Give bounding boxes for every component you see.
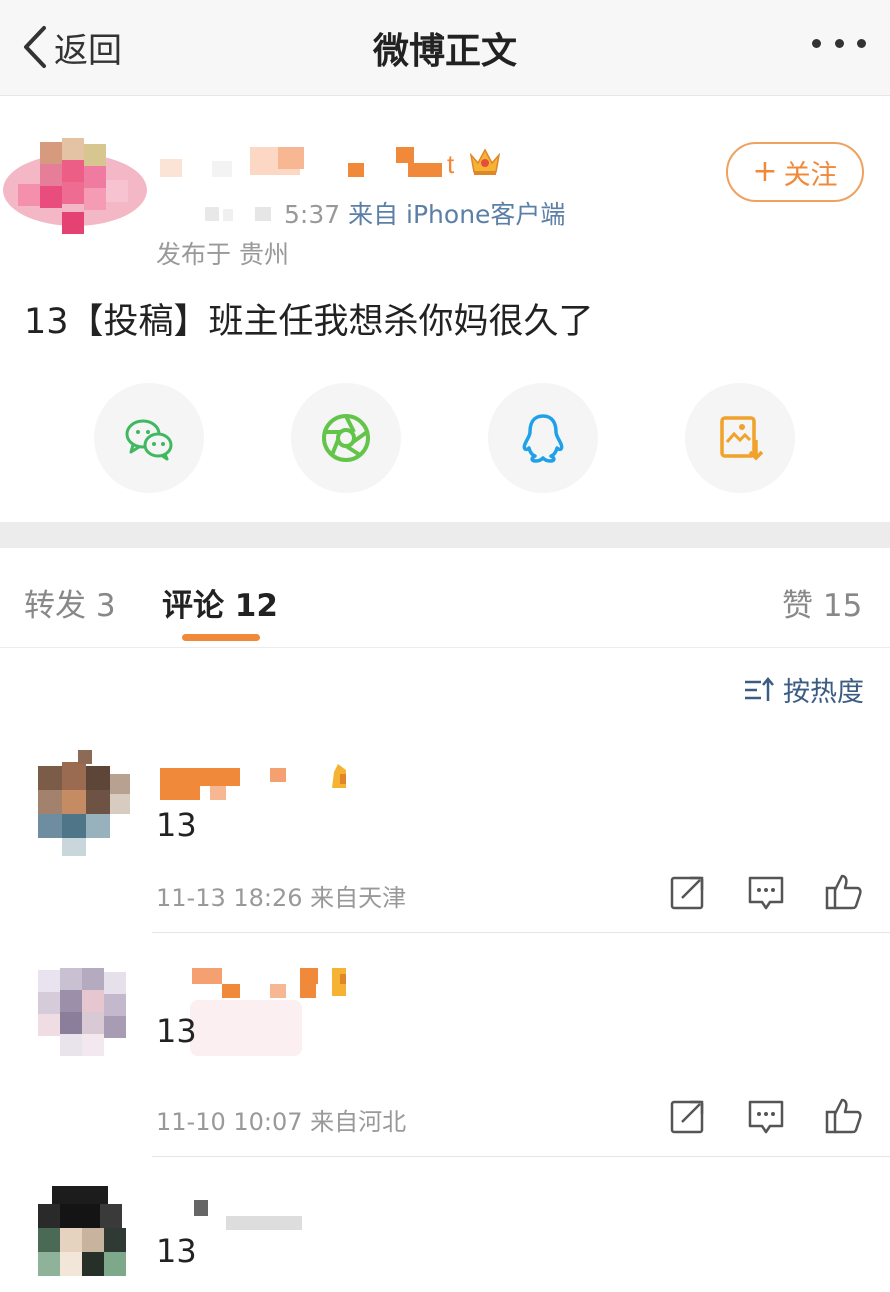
sort-icon — [745, 676, 774, 701]
tab-reposts[interactable]: 转发 3 — [24, 580, 116, 625]
share-row — [0, 383, 890, 493]
reply-icon[interactable] — [746, 1096, 786, 1136]
comment-meta: 11-10 10:07 来自河北 — [156, 1108, 407, 1136]
page-title: 微博正文 — [372, 31, 517, 72]
sort-label: 按热度 — [783, 677, 864, 708]
avatar[interactable] — [0, 132, 150, 242]
comment-text: 13 — [156, 806, 197, 844]
time-redacted — [205, 207, 271, 221]
save-image-icon — [720, 416, 764, 461]
tab-comments[interactable]: 评论 12 — [162, 580, 278, 625]
like-icon[interactable] — [824, 1096, 864, 1136]
sort-button[interactable]: 按热度 — [743, 670, 864, 709]
moments-icon — [322, 414, 370, 462]
crown-badge-icon — [469, 148, 501, 175]
username-redacted[interactable]: t — [160, 147, 460, 187]
save-image-button[interactable] — [685, 383, 795, 493]
qq-icon — [522, 414, 564, 463]
plus-icon: + — [752, 154, 778, 189]
commenter-avatar[interactable] — [22, 748, 134, 860]
post-time: 5:37 — [284, 200, 341, 229]
section-divider — [0, 522, 890, 548]
comment-divider — [152, 932, 890, 933]
commenter-avatar[interactable] — [22, 966, 134, 1078]
share-wechat-button[interactable] — [94, 383, 204, 493]
post-text: 13【投稿】班主任我想杀你妈很久了 — [24, 302, 594, 342]
comment-text: 13 — [156, 1012, 197, 1050]
repost-icon[interactable] — [668, 872, 708, 912]
commenter-name-redacted[interactable] — [160, 1194, 370, 1234]
like-icon[interactable] — [824, 872, 864, 912]
tab-active-indicator — [182, 634, 260, 641]
post-source[interactable]: 来自 iPhone客户端 — [348, 200, 565, 229]
follow-label: 关注 — [783, 159, 838, 191]
comment-actions — [668, 1096, 864, 1136]
post-location: 发布于 贵州 — [156, 240, 289, 269]
share-qq-button[interactable] — [488, 383, 598, 493]
reply-icon[interactable] — [746, 872, 786, 912]
commenter-name-redacted[interactable] — [160, 762, 370, 802]
comment-divider — [152, 1156, 890, 1157]
follow-button[interactable]: + 关注 — [726, 142, 864, 202]
commenter-avatar[interactable] — [22, 1182, 134, 1292]
svg-text:t: t — [447, 149, 455, 179]
wechat-icon — [125, 419, 173, 461]
repost-icon[interactable] — [668, 1096, 708, 1136]
comment-actions — [668, 872, 864, 912]
post-meta: 5:37 来自 iPhone客户端 — [284, 195, 565, 231]
navbar: 返回 微博正文 — [0, 0, 890, 96]
tab-bar: 转发 3 评论 12 赞 15 — [0, 548, 890, 648]
tab-likes[interactable]: 赞 15 — [782, 580, 862, 625]
share-moments-button[interactable] — [291, 383, 401, 493]
comment-meta: 11-13 18:26 来自天津 — [156, 884, 407, 912]
post-card: t + 关注 5:37 来自 iPhone客户端 发布于 贵州 13【投稿】班主… — [0, 97, 890, 522]
more-menu-icon[interactable] — [812, 36, 866, 50]
comment-redacted-block — [190, 1000, 302, 1056]
comment-text: 13 — [156, 1232, 197, 1270]
